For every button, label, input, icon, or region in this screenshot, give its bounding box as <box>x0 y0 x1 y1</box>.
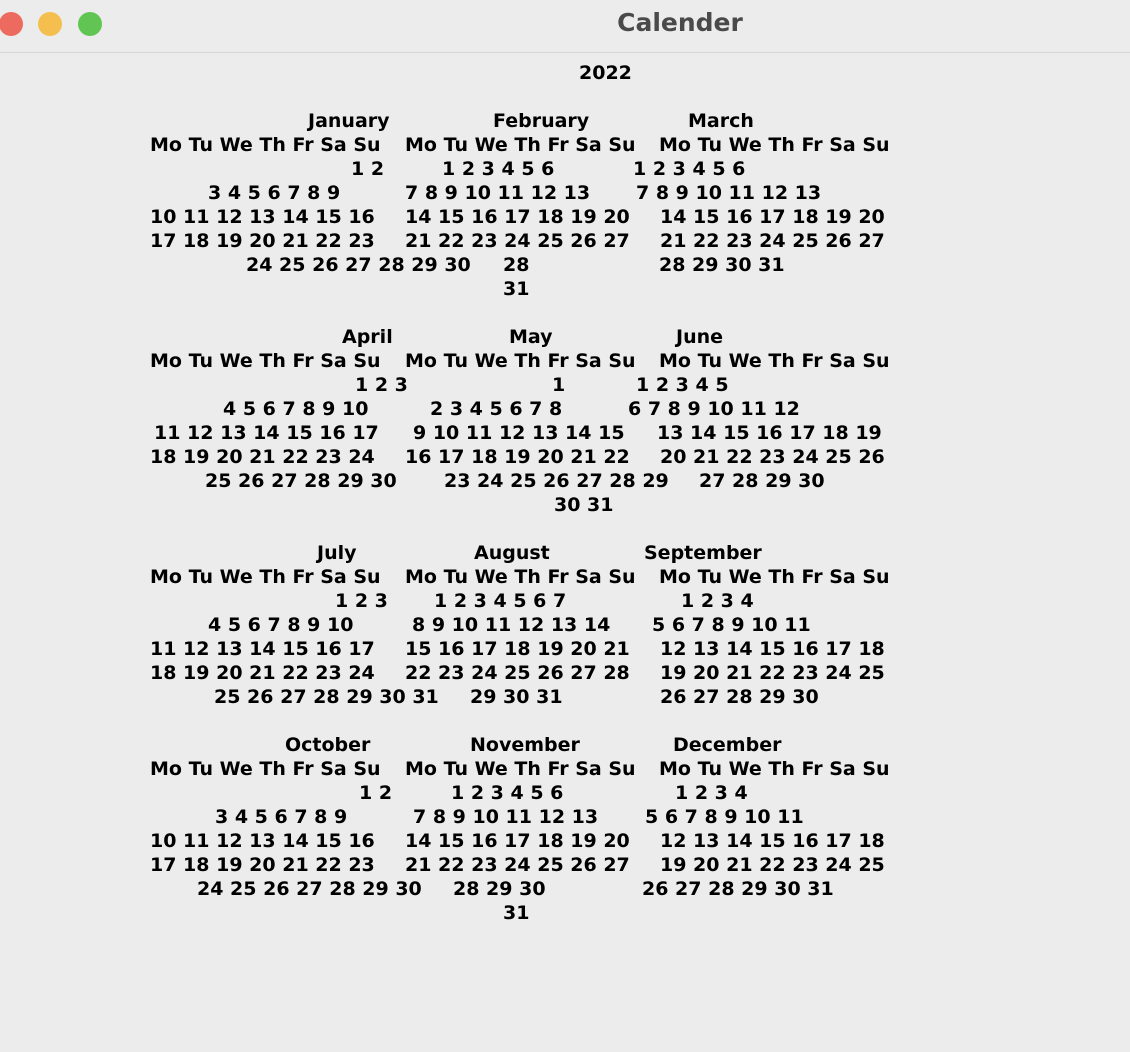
week-line: 1 2 <box>359 782 393 804</box>
week-line: 3 4 5 6 7 8 9 <box>215 806 348 828</box>
week-line: 20 21 22 23 24 25 26 <box>660 446 885 468</box>
week-line: 26 27 28 29 30 <box>660 686 819 708</box>
week-line: 1 2 3 4 5 6 7 <box>434 590 567 612</box>
week-line: 5 6 7 8 9 10 11 <box>652 614 811 636</box>
week-line: 21 22 23 24 25 26 27 <box>405 854 630 876</box>
month-title: October <box>285 734 371 756</box>
week-line: 26 27 28 29 30 31 <box>642 878 834 900</box>
week-line: 24 25 26 27 28 29 30 <box>246 254 471 276</box>
month-title: November <box>470 734 580 756</box>
week-line: 1 2 3 4 <box>675 782 748 804</box>
week-line: 3 4 5 6 7 8 9 <box>208 182 341 204</box>
week-line: 7 8 9 10 11 12 13 <box>413 806 599 828</box>
calendar-view: 2022 January Mo Tu We Th Fr Sa Su 1 2 3 … <box>0 53 1130 1052</box>
week-line: 28 29 30 31 <box>659 254 785 276</box>
week-line: 25 26 27 28 29 30 31 <box>214 686 439 708</box>
week-line: 31 <box>503 902 530 924</box>
weekday-header: Mo Tu We Th Fr Sa Su <box>659 350 890 372</box>
week-line: 30 31 <box>554 494 614 516</box>
week-line: 4 5 6 7 8 9 10 <box>208 614 354 636</box>
week-line: 18 19 20 21 22 23 24 <box>150 662 375 684</box>
week-line: 2 3 4 5 6 7 8 <box>430 398 563 420</box>
week-line: 28 29 30 <box>453 878 546 900</box>
weekday-header: Mo Tu We Th Fr Sa Su <box>659 134 890 156</box>
weekday-header: Mo Tu We Th Fr Sa Su <box>150 134 381 156</box>
title-bar: Calender <box>0 0 1130 53</box>
week-line: 1 2 <box>351 158 385 180</box>
month-title: June <box>676 326 724 348</box>
week-line: 16 17 18 19 20 21 22 <box>405 446 630 468</box>
week-line: 27 28 29 30 <box>699 470 825 492</box>
week-line: 19 20 21 22 23 24 25 <box>660 854 885 876</box>
week-line: 1 2 3 4 <box>681 590 754 612</box>
month-title: March <box>688 110 754 132</box>
week-line: 11 12 13 14 15 16 17 <box>150 638 375 660</box>
week-line: 10 11 12 13 14 15 16 <box>150 206 375 228</box>
week-line: 1 2 3 4 5 <box>636 374 729 396</box>
week-line: 1 2 3 4 5 6 <box>451 782 564 804</box>
week-line: 8 9 10 11 12 13 14 <box>412 614 611 636</box>
week-line: 4 5 6 7 8 9 10 <box>223 398 369 420</box>
week-line: 14 15 16 17 18 19 20 <box>405 206 630 228</box>
week-line: 1 2 3 <box>335 590 388 612</box>
week-line: 14 15 16 17 18 19 20 <box>405 830 630 852</box>
weekday-header: Mo Tu We Th Fr Sa Su <box>150 350 381 372</box>
week-line: 24 25 26 27 28 29 30 <box>197 878 422 900</box>
week-line: 14 15 16 17 18 19 20 <box>660 206 885 228</box>
week-line: 23 24 25 26 27 28 29 <box>444 470 669 492</box>
weekday-header: Mo Tu We Th Fr Sa Su <box>150 758 381 780</box>
week-line: 13 14 15 16 17 18 19 <box>657 422 882 444</box>
week-line: 10 11 12 13 14 15 16 <box>150 830 375 852</box>
week-line: 25 26 27 28 29 30 <box>205 470 397 492</box>
weekday-header: Mo Tu We Th Fr Sa Su <box>150 566 381 588</box>
week-line: 21 22 23 24 25 26 27 <box>405 230 630 252</box>
year-label: 2022 <box>579 62 632 84</box>
week-line: 29 30 31 <box>470 686 563 708</box>
week-line: 6 7 8 9 10 11 12 <box>628 398 800 420</box>
week-line: 18 19 20 21 22 23 24 <box>150 446 375 468</box>
month-title: December <box>673 734 782 756</box>
week-line: 15 16 17 18 19 20 21 <box>405 638 630 660</box>
week-line: 28 <box>503 254 530 276</box>
week-line: 17 18 19 20 21 22 23 <box>150 230 375 252</box>
month-title: January <box>308 110 390 132</box>
week-line: 12 13 14 15 16 17 18 <box>660 638 885 660</box>
week-line: 17 18 19 20 21 22 23 <box>150 854 375 876</box>
month-title: May <box>509 326 553 348</box>
week-line: 12 13 14 15 16 17 18 <box>660 830 885 852</box>
week-line: 1 2 3 4 5 6 <box>633 158 746 180</box>
week-line: 19 20 21 22 23 24 25 <box>660 662 885 684</box>
week-line: 11 12 13 14 15 16 17 <box>154 422 379 444</box>
week-line: 1 <box>552 374 566 396</box>
week-line: 31 <box>503 278 530 300</box>
month-title: August <box>474 542 550 564</box>
week-line: 21 22 23 24 25 26 27 <box>660 230 885 252</box>
weekday-header: Mo Tu We Th Fr Sa Su <box>659 758 890 780</box>
month-title: September <box>644 542 762 564</box>
weekday-header: Mo Tu We Th Fr Sa Su <box>405 758 636 780</box>
month-title: February <box>493 110 590 132</box>
week-line: 22 23 24 25 26 27 28 <box>405 662 630 684</box>
week-line: 9 10 11 12 13 14 15 <box>413 422 625 444</box>
week-line: 7 8 9 10 11 12 13 <box>636 182 822 204</box>
weekday-header: Mo Tu We Th Fr Sa Su <box>405 350 636 372</box>
weekday-header: Mo Tu We Th Fr Sa Su <box>405 566 636 588</box>
weekday-header: Mo Tu We Th Fr Sa Su <box>659 566 890 588</box>
week-line: 1 2 3 <box>355 374 408 396</box>
window-title: Calender <box>617 8 743 37</box>
month-title: July <box>317 542 357 564</box>
week-line: 5 6 7 8 9 10 11 <box>645 806 804 828</box>
week-line: 7 8 9 10 11 12 13 <box>405 182 591 204</box>
month-title: April <box>342 326 393 348</box>
weekday-header: Mo Tu We Th Fr Sa Su <box>405 134 636 156</box>
week-line: 1 2 3 4 5 6 <box>442 158 555 180</box>
